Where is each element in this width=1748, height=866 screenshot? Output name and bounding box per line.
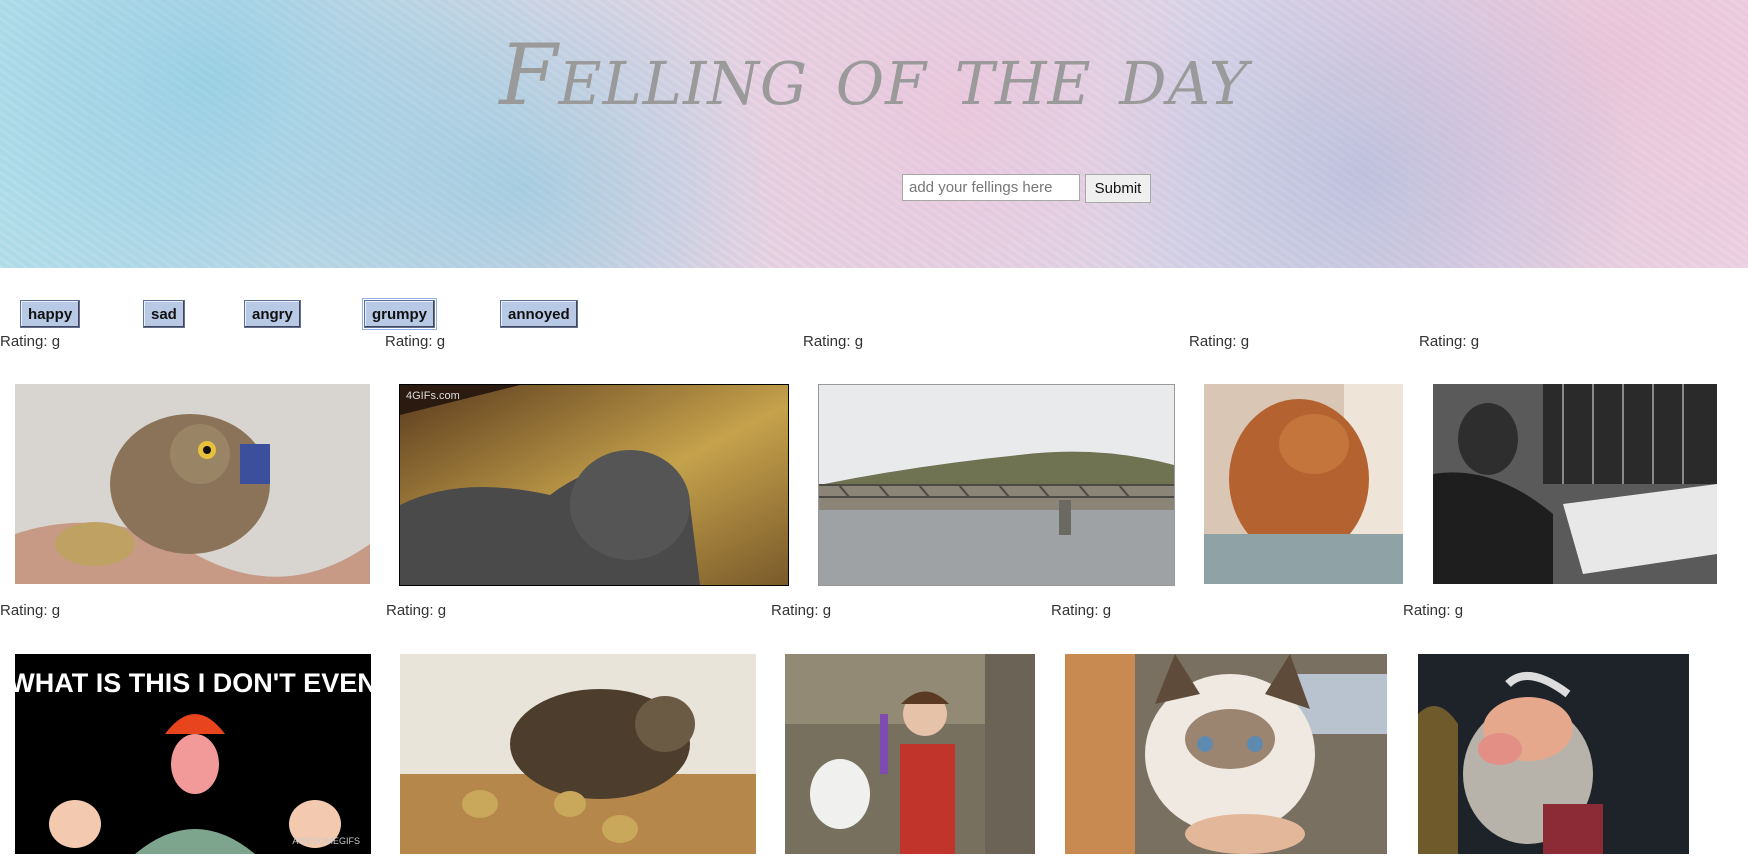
gif-beaker-meme[interactable]: WHAT IS THIS I DON'T EVEN AWESOMEGIFS (15, 654, 371, 854)
gif-grumpy-dwarf[interactable] (1418, 654, 1689, 854)
gif-pianist[interactable] (1433, 384, 1717, 584)
mood-button-angry[interactable]: angry (244, 300, 301, 328)
mood-button-grumpy[interactable]: grumpy (361, 298, 438, 330)
rating-label: Rating: g (1051, 602, 1112, 619)
rating-label: Rating: g (1403, 602, 1464, 619)
gif-watermark: 4GIFs.com (406, 390, 460, 402)
header-banner: Felling of the day Submit (0, 0, 1748, 268)
rating-label: Rating: g (1189, 333, 1250, 350)
meme-watermark: AWESOMEGIFS (292, 836, 360, 846)
rating-label: Rating: g (1419, 333, 1480, 350)
rating-label: Rating: g (385, 333, 446, 350)
gif-grumpy-cat-image (1065, 654, 1387, 854)
gif-girl-tantrum[interactable] (785, 654, 1035, 854)
gif-bridge[interactable] (818, 384, 1175, 586)
rating-label: Rating: g (803, 333, 864, 350)
feelings-input[interactable] (902, 174, 1080, 201)
gif-beaker-meme-image: WHAT IS THIS I DON'T EVEN AWESOMEGIFS (15, 654, 371, 854)
rating-label: Rating: g (386, 602, 447, 619)
meme-caption: WHAT IS THIS I DON'T EVEN (15, 668, 371, 698)
gif-cat-chicks[interactable] (400, 654, 756, 854)
mood-button-annoyed[interactable]: annoyed (500, 300, 578, 328)
rating-label: Rating: g (771, 602, 832, 619)
gif-fluffy-cat[interactable] (1204, 384, 1403, 584)
gif-cat-chicks-image (400, 654, 756, 854)
gif-grumpy-dwarf-image (1418, 654, 1689, 854)
mood-button-sad[interactable]: sad (143, 300, 185, 328)
gif-girl-tantrum-image (785, 654, 1035, 854)
mood-button-happy[interactable]: happy (20, 300, 81, 328)
gif-owl-image (15, 384, 370, 584)
gif-grey-cat[interactable]: 4GIFs.com (399, 384, 789, 586)
rating-label: Rating: g (0, 333, 61, 350)
submit-button[interactable]: Submit (1085, 174, 1151, 203)
gif-owl-chick[interactable] (15, 384, 370, 584)
gif-grumpy-cat[interactable] (1065, 654, 1387, 854)
gif-grey-cat-image: 4GIFs.com (400, 385, 788, 585)
page-title: Felling of the day (499, 26, 1249, 124)
gif-pianist-image (1433, 384, 1717, 584)
rating-label: Rating: g (0, 602, 61, 619)
gif-bridge-image (819, 385, 1174, 585)
gif-fluffy-cat-image (1204, 384, 1403, 584)
